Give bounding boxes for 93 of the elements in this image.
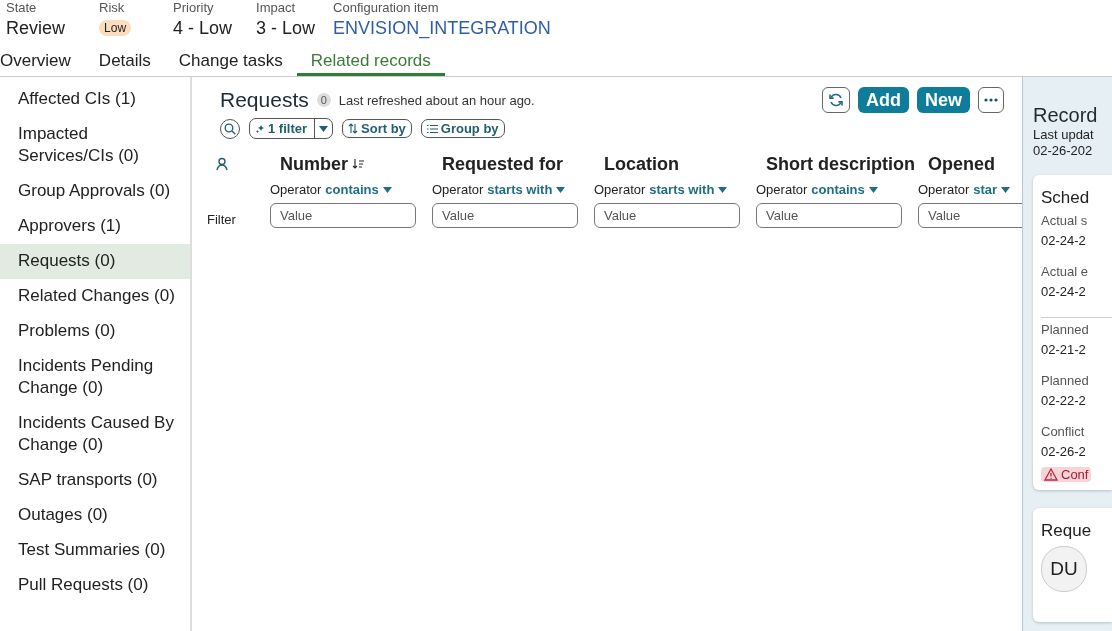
personalize-icon[interactable]: [215, 157, 229, 171]
group-label: Group by: [440, 121, 499, 136]
operator-dropdown[interactable]: starts with: [649, 182, 728, 197]
operator-dropdown[interactable]: contains: [811, 182, 878, 197]
caret-icon: [319, 125, 328, 132]
caret-icon: [556, 186, 566, 193]
field-label: Planned: [1041, 321, 1090, 339]
refresh-button[interactable]: [822, 87, 850, 113]
field-value: 02-26-2: [1041, 443, 1087, 461]
card-title: Reque: [1041, 520, 1093, 542]
sidebar-item[interactable]: Incidents Caused By Change (0): [0, 406, 190, 463]
field-value: 3 - Low: [256, 17, 316, 40]
refresh-icon: [828, 92, 844, 108]
sidebar-item[interactable]: Impacted Services/CIs (0): [0, 117, 190, 174]
field-label: Risk: [99, 0, 126, 15]
field-value: 02-21-2: [1041, 341, 1087, 359]
field-label: Configuration item: [333, 0, 440, 15]
operator-dropdown[interactable]: starts with: [487, 182, 566, 197]
risk-badge: Low: [99, 20, 132, 36]
sidebar-item[interactable]: Approvers (1): [0, 209, 190, 244]
filter-input[interactable]: Value: [270, 203, 416, 228]
caret-icon: [1001, 186, 1011, 193]
sidebar-item[interactable]: Requests (0): [0, 244, 190, 279]
field-label: State: [6, 0, 38, 15]
caret-icon: [868, 186, 878, 193]
operator-label: Operator: [270, 182, 322, 197]
sidebar-item[interactable]: SAP transports (0): [0, 463, 190, 498]
operator-label: Operator: [594, 182, 646, 197]
field-value: 4 - Low: [173, 17, 233, 40]
field-label: Planned: [1041, 372, 1090, 390]
field-label: Impact: [256, 0, 297, 15]
panel-subtitle: 02-26-202: [1033, 143, 1094, 159]
panel-title: Record: [1033, 103, 1099, 127]
filter-input[interactable]: Value: [756, 203, 902, 228]
filter-button[interactable]: 1 filter: [249, 118, 333, 139]
sidebar-item[interactable]: Group Approvals (0): [0, 174, 190, 209]
card-title: Sched: [1041, 187, 1091, 209]
tab[interactable]: Overview: [0, 50, 85, 76]
action-button[interactable]: Add: [858, 87, 909, 113]
filter-input[interactable]: Value: [594, 203, 740, 228]
field-label: Actual s: [1041, 212, 1089, 230]
search-button[interactable]: [220, 118, 240, 139]
refresh-status: Last refreshed about an hour ago.: [338, 92, 535, 108]
sidebar-item[interactable]: Incidents Pending Change (0): [0, 349, 190, 406]
sort-button[interactable]: Sort by: [342, 119, 412, 138]
operator-dropdown[interactable]: contains: [325, 182, 392, 197]
sidebar-item[interactable]: Problems (0): [0, 314, 190, 349]
warning-icon: [1044, 468, 1058, 481]
field-value: 02-22-2: [1041, 392, 1087, 410]
operator-label: Operator: [432, 182, 484, 197]
sparkle-icon: [256, 124, 264, 133]
caret-icon: [718, 186, 728, 193]
tab[interactable]: Related records: [296, 50, 445, 76]
operator-dropdown[interactable]: star: [973, 182, 1011, 197]
operator-label: Operator: [756, 182, 808, 197]
conflict-badge: Conf: [1041, 467, 1092, 482]
column-header[interactable]: Location: [604, 153, 679, 175]
count-badge: 0: [316, 93, 331, 107]
more-button[interactable]: [978, 87, 1004, 113]
filter-input[interactable]: Value: [918, 203, 1022, 228]
search-icon: [224, 122, 236, 135]
field-label: Priority: [173, 0, 215, 15]
field-label: Conflict: [1041, 423, 1086, 441]
group-button[interactable]: Group by: [420, 119, 505, 138]
sidebar-item[interactable]: Affected CIs (1): [0, 82, 190, 117]
list-icon: [426, 123, 438, 134]
field-value: Review: [6, 17, 66, 40]
column-header[interactable]: Requested for: [442, 153, 564, 175]
sidebar-item[interactable]: Related Changes (0): [0, 279, 190, 314]
sort-icon: [348, 123, 358, 134]
panel-subtitle: Last updat: [1033, 127, 1095, 143]
filter-label: 1 filter: [268, 121, 307, 136]
filter-label: Filter: [207, 212, 236, 227]
sort-label: Sort by: [361, 121, 406, 136]
more-icon: [984, 98, 998, 102]
list-title: Requests: [220, 88, 309, 112]
action-button[interactable]: New: [917, 87, 970, 113]
sidebar-item[interactable]: Outages (0): [0, 498, 190, 533]
column-header[interactable]: Opened: [928, 153, 995, 175]
field-value: 02-24-2: [1041, 232, 1087, 250]
tab[interactable]: Details: [84, 50, 165, 76]
configuration-item-link[interactable]: ENVISION_INTEGRATION: [333, 15, 551, 41]
column-header[interactable]: Short description: [766, 153, 915, 175]
field-value: 02-24-2: [1041, 283, 1087, 301]
field-label: Actual e: [1041, 263, 1089, 281]
tab[interactable]: Change tasks: [164, 50, 297, 76]
sidebar-item[interactable]: Pull Requests (0): [0, 568, 190, 603]
filter-input[interactable]: Value: [432, 203, 578, 228]
caret-icon: [382, 186, 392, 193]
sidebar-item[interactable]: Test Summaries (0): [0, 533, 190, 568]
avatar: DU: [1041, 546, 1087, 592]
operator-label: Operator: [918, 182, 970, 197]
column-header[interactable]: Number: [280, 153, 348, 175]
